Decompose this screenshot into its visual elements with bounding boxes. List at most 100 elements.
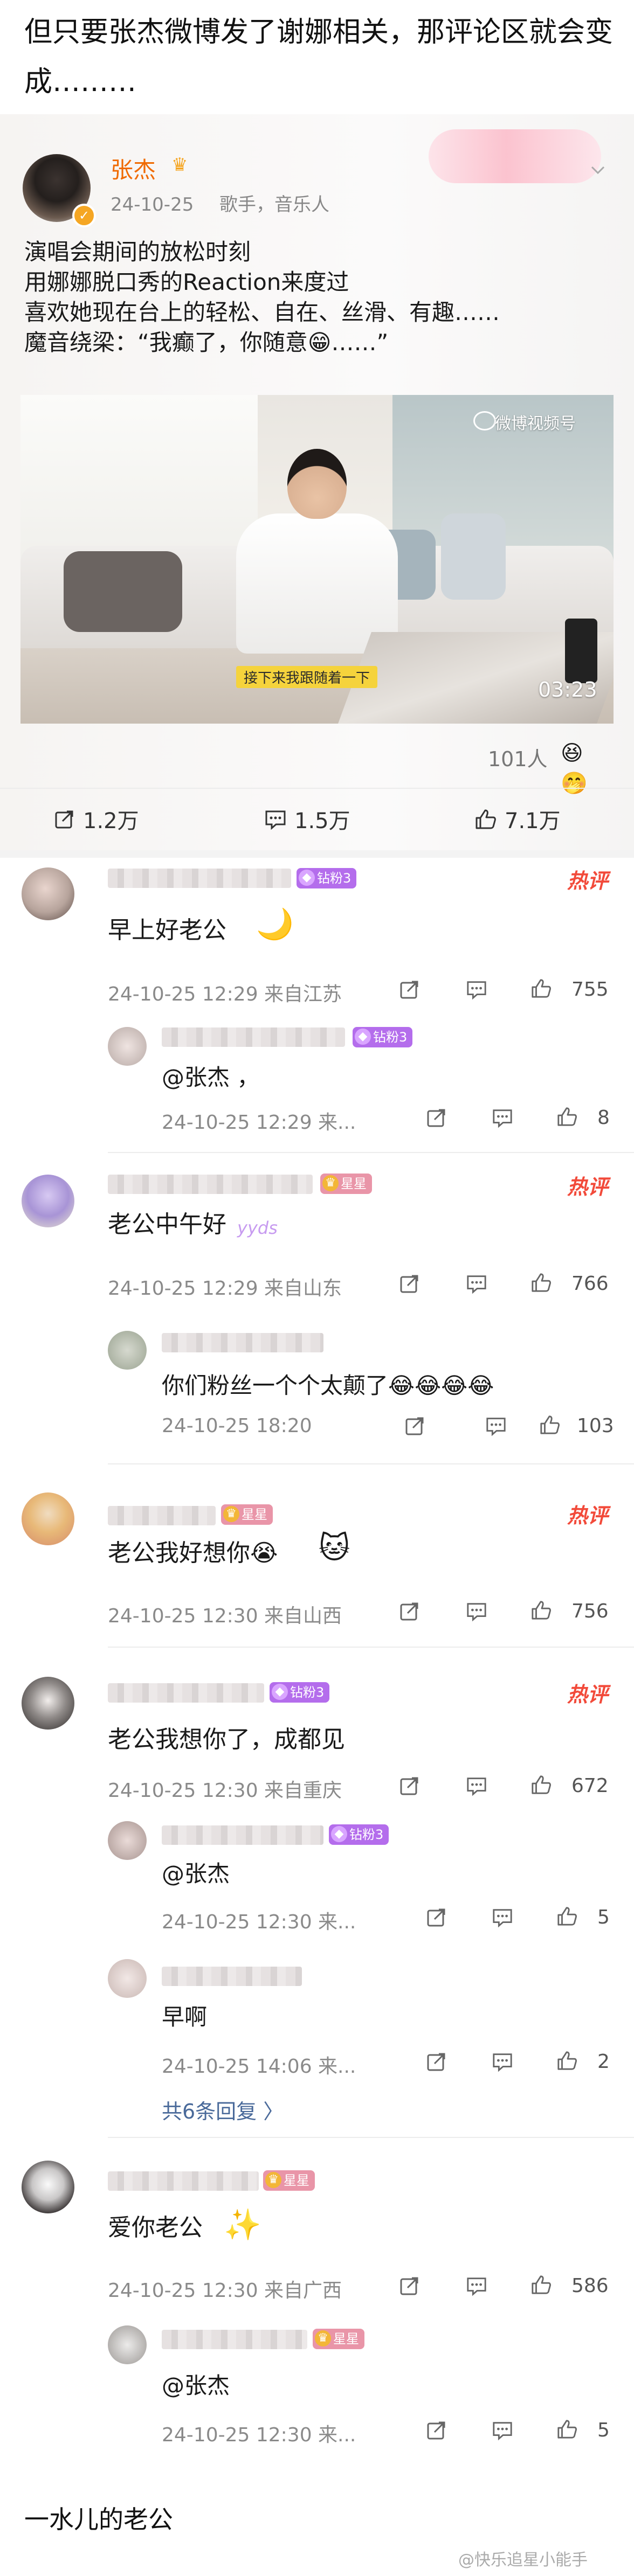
crown-icon: ♛ (171, 154, 188, 176)
comment-icon[interactable] (492, 2419, 513, 2441)
reply-text: @张杰 ， (162, 1064, 260, 1091)
crown-icon: ♛ (223, 1506, 239, 1522)
username-blurred[interactable] (162, 1027, 345, 1047)
badge-label: 星星 (333, 2331, 359, 2346)
chevron-down-icon[interactable] (589, 161, 607, 179)
crown-icon: ♛ (265, 2172, 281, 2188)
thumbs-up-icon[interactable] (530, 1774, 552, 1795)
share-icon[interactable] (426, 2419, 447, 2441)
username-blurred[interactable] (108, 2171, 259, 2191)
thumbs-up-icon[interactable] (530, 1272, 552, 1293)
thumbs-up-icon[interactable] (556, 2050, 578, 2071)
username-blurred[interactable] (162, 1825, 323, 1845)
badge-label: 钻粉3 (349, 1827, 384, 1842)
fan-badge[interactable]: ◆ 钻粉3 (270, 1682, 330, 1703)
avatar[interactable] (22, 867, 74, 920)
username-blurred[interactable] (108, 869, 291, 888)
comment-icon[interactable] (492, 2051, 513, 2072)
reaction-emoji-icon[interactable]: 😆🤭 (561, 738, 609, 796)
share-icon[interactable] (426, 1107, 447, 1128)
avatar[interactable] (108, 1027, 147, 1066)
intro-line-1: 但只要张杰微博发了谢娜相关，那评论区就会变 (24, 16, 614, 48)
share-icon[interactable] (426, 1906, 447, 1928)
share-button[interactable]: 1.2万 (54, 803, 139, 835)
comment-icon[interactable] (466, 978, 487, 1000)
comment-text: 老公中午好 (108, 1211, 226, 1238)
avatar[interactable] (22, 2161, 74, 2213)
comment-icon[interactable] (466, 1273, 487, 1294)
reply-meta: 24-10-25 12:30 来... (162, 2424, 356, 2446)
reply-text: 早啊 (162, 2004, 208, 2030)
author-name[interactable]: 张杰 (111, 152, 156, 185)
avatar[interactable] (108, 1331, 147, 1370)
comment-meta: 24-10-25 12:30 来自山西 (108, 1605, 342, 1627)
comment-icon[interactable] (492, 1107, 513, 1128)
share-icon[interactable] (399, 1273, 421, 1294)
thumbs-up-icon[interactable] (556, 2418, 578, 2440)
thumbs-up-icon (476, 809, 496, 829)
like-button[interactable]: 7.1万 (474, 803, 561, 835)
comment-icon[interactable] (466, 1600, 487, 1622)
avatar[interactable] (108, 1959, 147, 1998)
video-pillow (441, 513, 506, 600)
thumbs-up-icon[interactable] (530, 2274, 552, 2295)
username-blurred[interactable] (108, 1175, 313, 1194)
video-player[interactable]: 微博视频号 接下来我跟随着一下 03:23 (20, 395, 614, 724)
share-icon[interactable] (399, 2275, 421, 2296)
username-blurred[interactable] (108, 1683, 264, 1703)
username-blurred[interactable] (162, 1967, 302, 1986)
comment-icon[interactable] (492, 1906, 513, 1928)
fan-badge[interactable]: ◆ 钻粉3 (353, 1027, 413, 1047)
badge-label: 钻粉3 (317, 871, 352, 886)
comment-like-count: 766 (571, 1273, 609, 1295)
comment-like-count: 756 (571, 1600, 609, 1622)
username-blurred[interactable] (162, 2330, 307, 2349)
avatar[interactable] (22, 1677, 74, 1730)
share-icon[interactable] (426, 2051, 447, 2072)
fan-badge[interactable]: ♛ 星星 (221, 1504, 273, 1525)
thumbs-up-icon[interactable] (556, 1905, 578, 1927)
share-icon[interactable] (399, 1600, 421, 1622)
username-blurred[interactable] (162, 1333, 323, 1352)
avatar[interactable] (22, 1175, 74, 1227)
hot-comment-label: 热评 (567, 1504, 609, 1527)
fan-badge[interactable]: ♛ 星星 (263, 2170, 315, 2191)
post-text: 演唱会期间的放松时刻 用娜娜脱口秀的Reaction来度过 喜欢她现在台上的轻松… (24, 237, 617, 358)
share-icon[interactable] (399, 978, 421, 1000)
reply-meta: 24-10-25 14:06 来... (162, 2056, 356, 2078)
intro-text: 但只要张杰微博发了谢娜相关，那评论区就会变 成……… (24, 8, 617, 107)
comment-icon[interactable] (466, 2275, 487, 2296)
fan-badge[interactable]: ◆ 钻粉3 (329, 1824, 389, 1845)
post-text-line: 演唱会期间的放松时刻 (24, 239, 251, 265)
avatar[interactable] (108, 1821, 147, 1860)
avatar[interactable] (22, 1492, 74, 1545)
hot-comment-label: 热评 (567, 1683, 609, 1706)
comment-meta: 24-10-25 12:29 来自山东 (108, 1277, 342, 1300)
fan-badge[interactable]: ◆ 钻粉3 (297, 868, 357, 888)
username-blurred[interactable] (108, 1506, 216, 1525)
comment-like-count: 672 (571, 1775, 609, 1797)
thumbs-up-icon[interactable] (530, 977, 552, 999)
share-icon[interactable] (399, 1775, 421, 1796)
reply-text: 你们粉丝一个个太颠了😂😂😂😂 (162, 1372, 494, 1399)
more-replies-link[interactable]: 共6条回复 〉 (162, 2095, 284, 2124)
fan-badge[interactable]: ♛ 星星 (313, 2329, 364, 2349)
post-tags: 歌手，音乐人 (219, 194, 329, 216)
thumbs-up-icon[interactable] (539, 1414, 561, 1435)
thumbs-up-icon[interactable] (556, 1106, 578, 1127)
comment-text: 老公我好想你😭 (108, 1539, 278, 1567)
reply-text: @张杰 (162, 2372, 230, 2399)
reply-like-count: 8 (597, 1107, 610, 1129)
comment-icon[interactable] (485, 1415, 507, 1436)
badge-label: 钻粉3 (373, 1030, 408, 1045)
avatar[interactable] (108, 2325, 147, 2364)
reply-like-count: 5 (597, 2419, 610, 2441)
video-watermark: 微博视频号 (495, 414, 576, 433)
comment-button[interactable]: 1.5万 (264, 803, 350, 835)
thumbs-up-icon[interactable] (530, 1599, 552, 1621)
divider (108, 1152, 634, 1153)
fan-badge[interactable]: ♛ 星星 (320, 1174, 372, 1194)
comment-icon[interactable] (466, 1775, 487, 1796)
share-icon[interactable] (404, 1415, 426, 1436)
badge-label: 星星 (242, 1507, 267, 1522)
